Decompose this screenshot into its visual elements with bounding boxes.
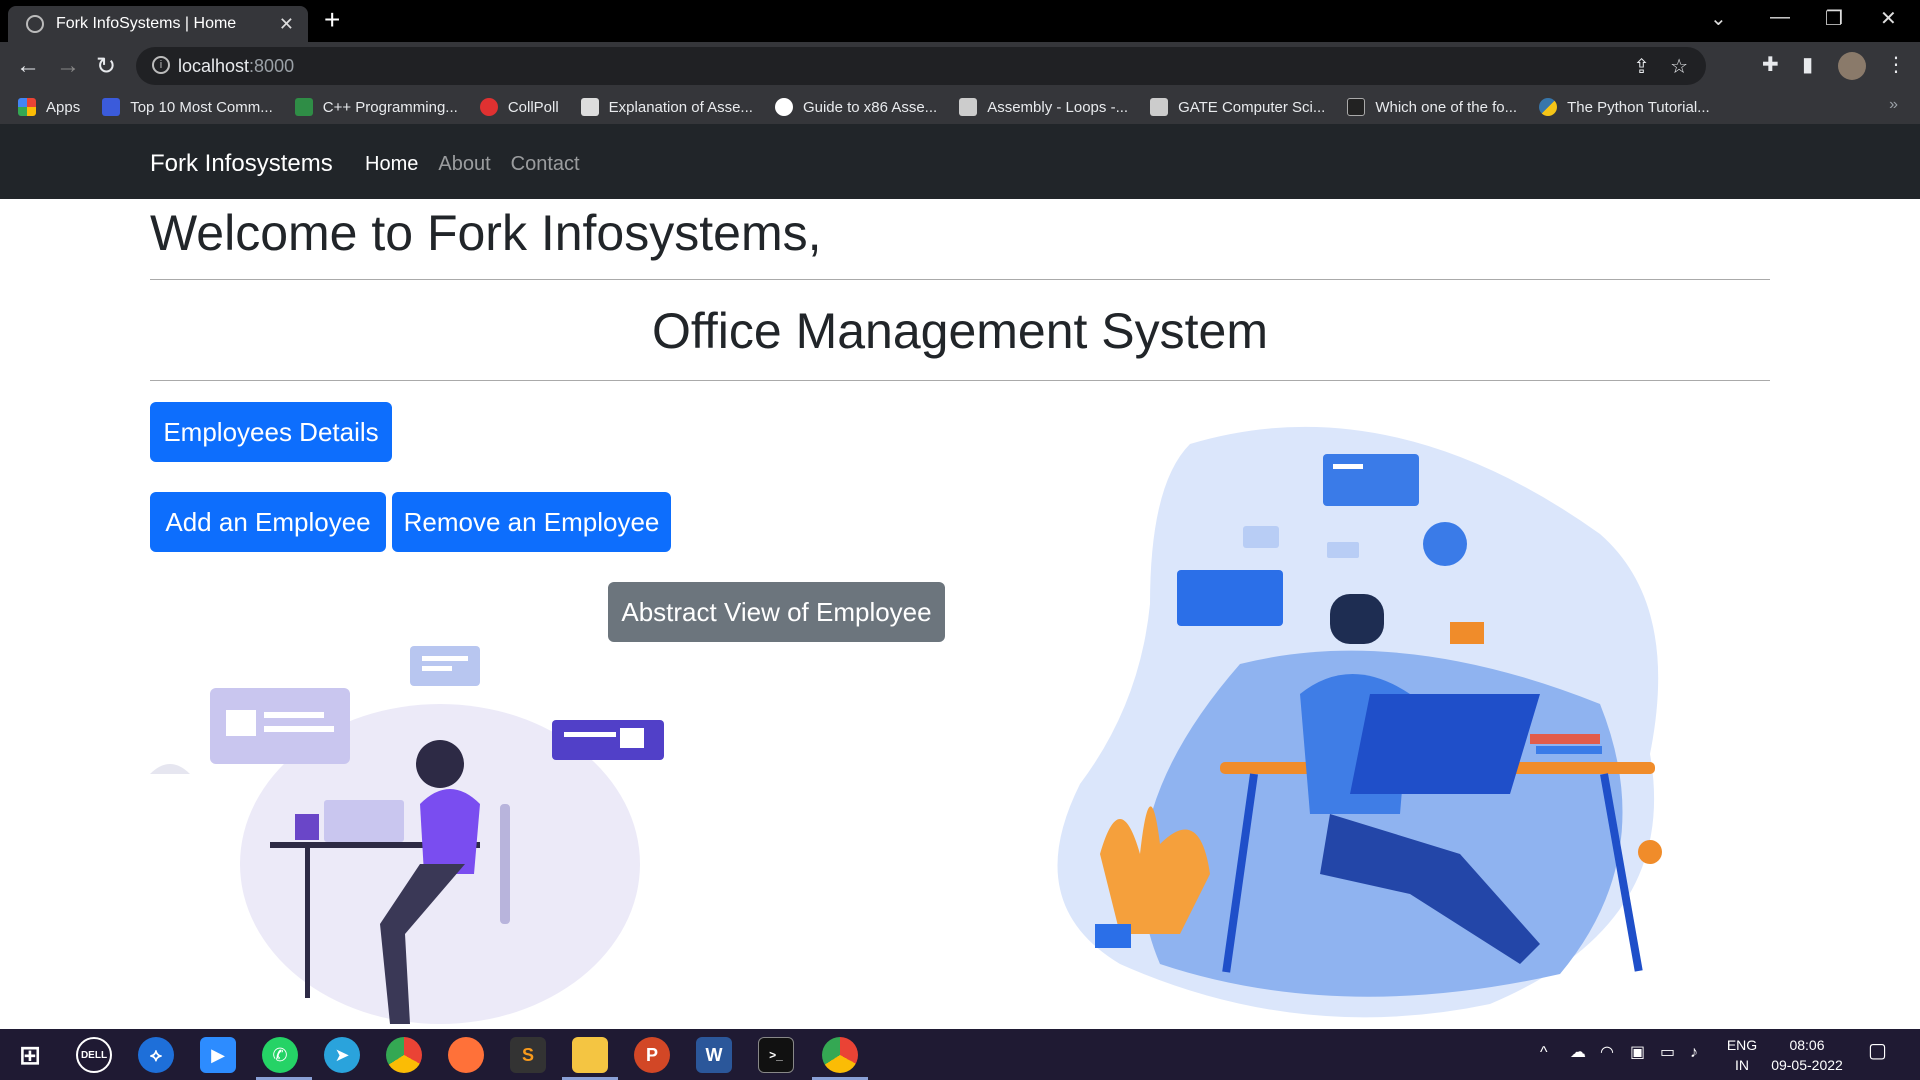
add-employee-button[interactable]: Add an Employee bbox=[150, 492, 386, 552]
close-window-button[interactable]: ✕ bbox=[1880, 6, 1897, 31]
side-panel-icon[interactable]: ▮ bbox=[1802, 52, 1813, 77]
woman-laptop-illustration bbox=[150, 646, 664, 1024]
bookmark-apps[interactable]: Apps bbox=[18, 98, 80, 116]
sublime-icon[interactable]: S bbox=[510, 1037, 546, 1073]
url-text[interactable]: localhost:8000 bbox=[178, 56, 294, 77]
device-icon[interactable]: ▣ bbox=[1630, 1043, 1645, 1063]
bookmark-icon bbox=[774, 98, 793, 116]
man-desk-illustration bbox=[1057, 426, 1662, 1018]
zoom-icon[interactable]: ▶ bbox=[200, 1037, 236, 1073]
welcome-heading: Welcome to Fork Infosystems, bbox=[150, 205, 822, 261]
web-page: Fork Infosystems Home About Contact Welc… bbox=[0, 124, 1920, 1029]
clock[interactable]: 08:06 09-05-2022 bbox=[1762, 1035, 1852, 1075]
browser-icon[interactable]: ⟡ bbox=[138, 1037, 174, 1073]
reload-icon[interactable]: ↻ bbox=[96, 52, 116, 81]
menu-icon[interactable]: ⋮ bbox=[1886, 52, 1906, 77]
minimize-button[interactable]: — bbox=[1770, 6, 1790, 29]
avatar[interactable] bbox=[1838, 52, 1866, 80]
windows-taskbar: ⊞ DELL ⟡ ▶ ✆ ➤ S P W >_ ^ ☁ ◠ ▣ ▭ ♪ ENG … bbox=[0, 1029, 1920, 1080]
bookmark-icon bbox=[102, 98, 121, 116]
bookmark-item[interactable]: Top 10 Most Comm... bbox=[102, 98, 273, 116]
brand-link[interactable]: Fork Infosystems bbox=[150, 150, 333, 178]
divider bbox=[150, 279, 1770, 280]
notification-icon[interactable]: ▢ bbox=[1868, 1041, 1887, 1061]
bookmark-icon bbox=[1150, 98, 1169, 116]
terminal-icon[interactable]: >_ bbox=[758, 1037, 794, 1073]
info-icon[interactable]: i bbox=[152, 56, 170, 74]
bookmark-item[interactable]: The Python Tutorial... bbox=[1539, 98, 1710, 116]
lang-top: ENG bbox=[1726, 1037, 1758, 1053]
bookmark-icon bbox=[1347, 98, 1366, 116]
browser-tab-strip: Fork InfoSystems | Home ✕ + ⌄ — ❐ ✕ bbox=[0, 0, 1920, 42]
tab-title: Fork InfoSystems | Home bbox=[56, 15, 237, 32]
dell-icon[interactable]: DELL bbox=[76, 1037, 112, 1073]
firefox-icon[interactable] bbox=[448, 1037, 484, 1073]
file-explorer-icon[interactable] bbox=[572, 1037, 608, 1073]
bookmark-item[interactable]: C++ Programming... bbox=[294, 98, 458, 116]
page-subtitle: Office Management System bbox=[651, 303, 1268, 359]
nav-home[interactable]: Home bbox=[365, 153, 418, 176]
bookmark-item[interactable]: Guide to x86 Asse... bbox=[774, 98, 937, 116]
browser-toolbar: ← → ↻ i localhost:8000 ⇪ ☆ ✚ ▮ ⋮ bbox=[0, 42, 1920, 90]
bookmark-item[interactable]: CollPoll bbox=[479, 98, 559, 116]
python-icon bbox=[1539, 98, 1558, 116]
lang-bottom: IN bbox=[1735, 1057, 1749, 1073]
forward-icon[interactable]: → bbox=[56, 52, 80, 80]
divider bbox=[150, 380, 1770, 381]
cloud-icon[interactable]: ☁ bbox=[1570, 1043, 1586, 1063]
tab-search-icon[interactable]: ⌄ bbox=[1710, 6, 1727, 31]
apps-grid-icon bbox=[18, 98, 36, 116]
windows-start-icon[interactable]: ⊞ bbox=[12, 1037, 48, 1073]
extensions-icon[interactable]: ✚ bbox=[1762, 52, 1779, 77]
volume-icon[interactable]: ♪ bbox=[1690, 1043, 1698, 1063]
back-icon[interactable]: ← bbox=[16, 52, 40, 80]
whatsapp-icon[interactable]: ✆ bbox=[262, 1037, 298, 1073]
nav-links: Home About Contact bbox=[365, 153, 580, 176]
employees-details-button[interactable]: Employees Details bbox=[150, 402, 392, 462]
telegram-icon[interactable]: ➤ bbox=[324, 1037, 360, 1073]
new-tab-button[interactable]: + bbox=[324, 4, 340, 36]
bookmark-item[interactable]: GATE Computer Sci... bbox=[1150, 98, 1325, 116]
bookmark-item[interactable]: Explanation of Asse... bbox=[580, 98, 753, 116]
nav-contact[interactable]: Contact bbox=[511, 153, 580, 176]
bookmark-icon bbox=[294, 98, 313, 116]
bookmark-icon bbox=[580, 98, 599, 116]
chevron-right-icon[interactable]: » bbox=[1889, 96, 1898, 114]
bookmark-item[interactable]: Which one of the fo... bbox=[1347, 98, 1517, 116]
restore-button[interactable]: ❐ bbox=[1825, 6, 1843, 31]
share-icon[interactable]: ⇪ bbox=[1633, 54, 1650, 79]
address-bar[interactable]: i localhost:8000 ⇪ ☆ bbox=[136, 47, 1706, 85]
star-icon[interactable]: ☆ bbox=[1670, 54, 1688, 79]
battery-icon[interactable]: ▭ bbox=[1660, 1043, 1675, 1063]
powerpoint-icon[interactable]: P bbox=[634, 1037, 670, 1073]
globe-icon bbox=[26, 15, 44, 33]
bookmark-item[interactable]: Assembly - Loops -... bbox=[959, 98, 1128, 116]
browser-tab[interactable]: Fork InfoSystems | Home ✕ bbox=[8, 6, 308, 42]
bookmark-icon bbox=[959, 98, 978, 116]
language-indicator[interactable]: ENG IN bbox=[1722, 1035, 1762, 1075]
remove-employee-button[interactable]: Remove an Employee bbox=[392, 492, 671, 552]
clock-date: 09-05-2022 bbox=[1771, 1057, 1843, 1073]
nav-about[interactable]: About bbox=[438, 153, 490, 176]
chevron-up-icon[interactable]: ^ bbox=[1540, 1043, 1548, 1063]
wifi-icon[interactable]: ◠ bbox=[1600, 1043, 1614, 1063]
bookmark-icon bbox=[479, 98, 498, 116]
clock-time: 08:06 bbox=[1789, 1037, 1825, 1053]
bookmarks-bar: Apps Top 10 Most Comm... C++ Programming… bbox=[0, 90, 1920, 124]
chrome-icon[interactable] bbox=[386, 1037, 422, 1073]
chrome-active-icon[interactable] bbox=[822, 1037, 858, 1073]
site-navbar: Fork Infosystems Home About Contact bbox=[0, 124, 1920, 199]
word-icon[interactable]: W bbox=[696, 1037, 732, 1073]
close-tab-icon[interactable]: ✕ bbox=[279, 14, 294, 35]
